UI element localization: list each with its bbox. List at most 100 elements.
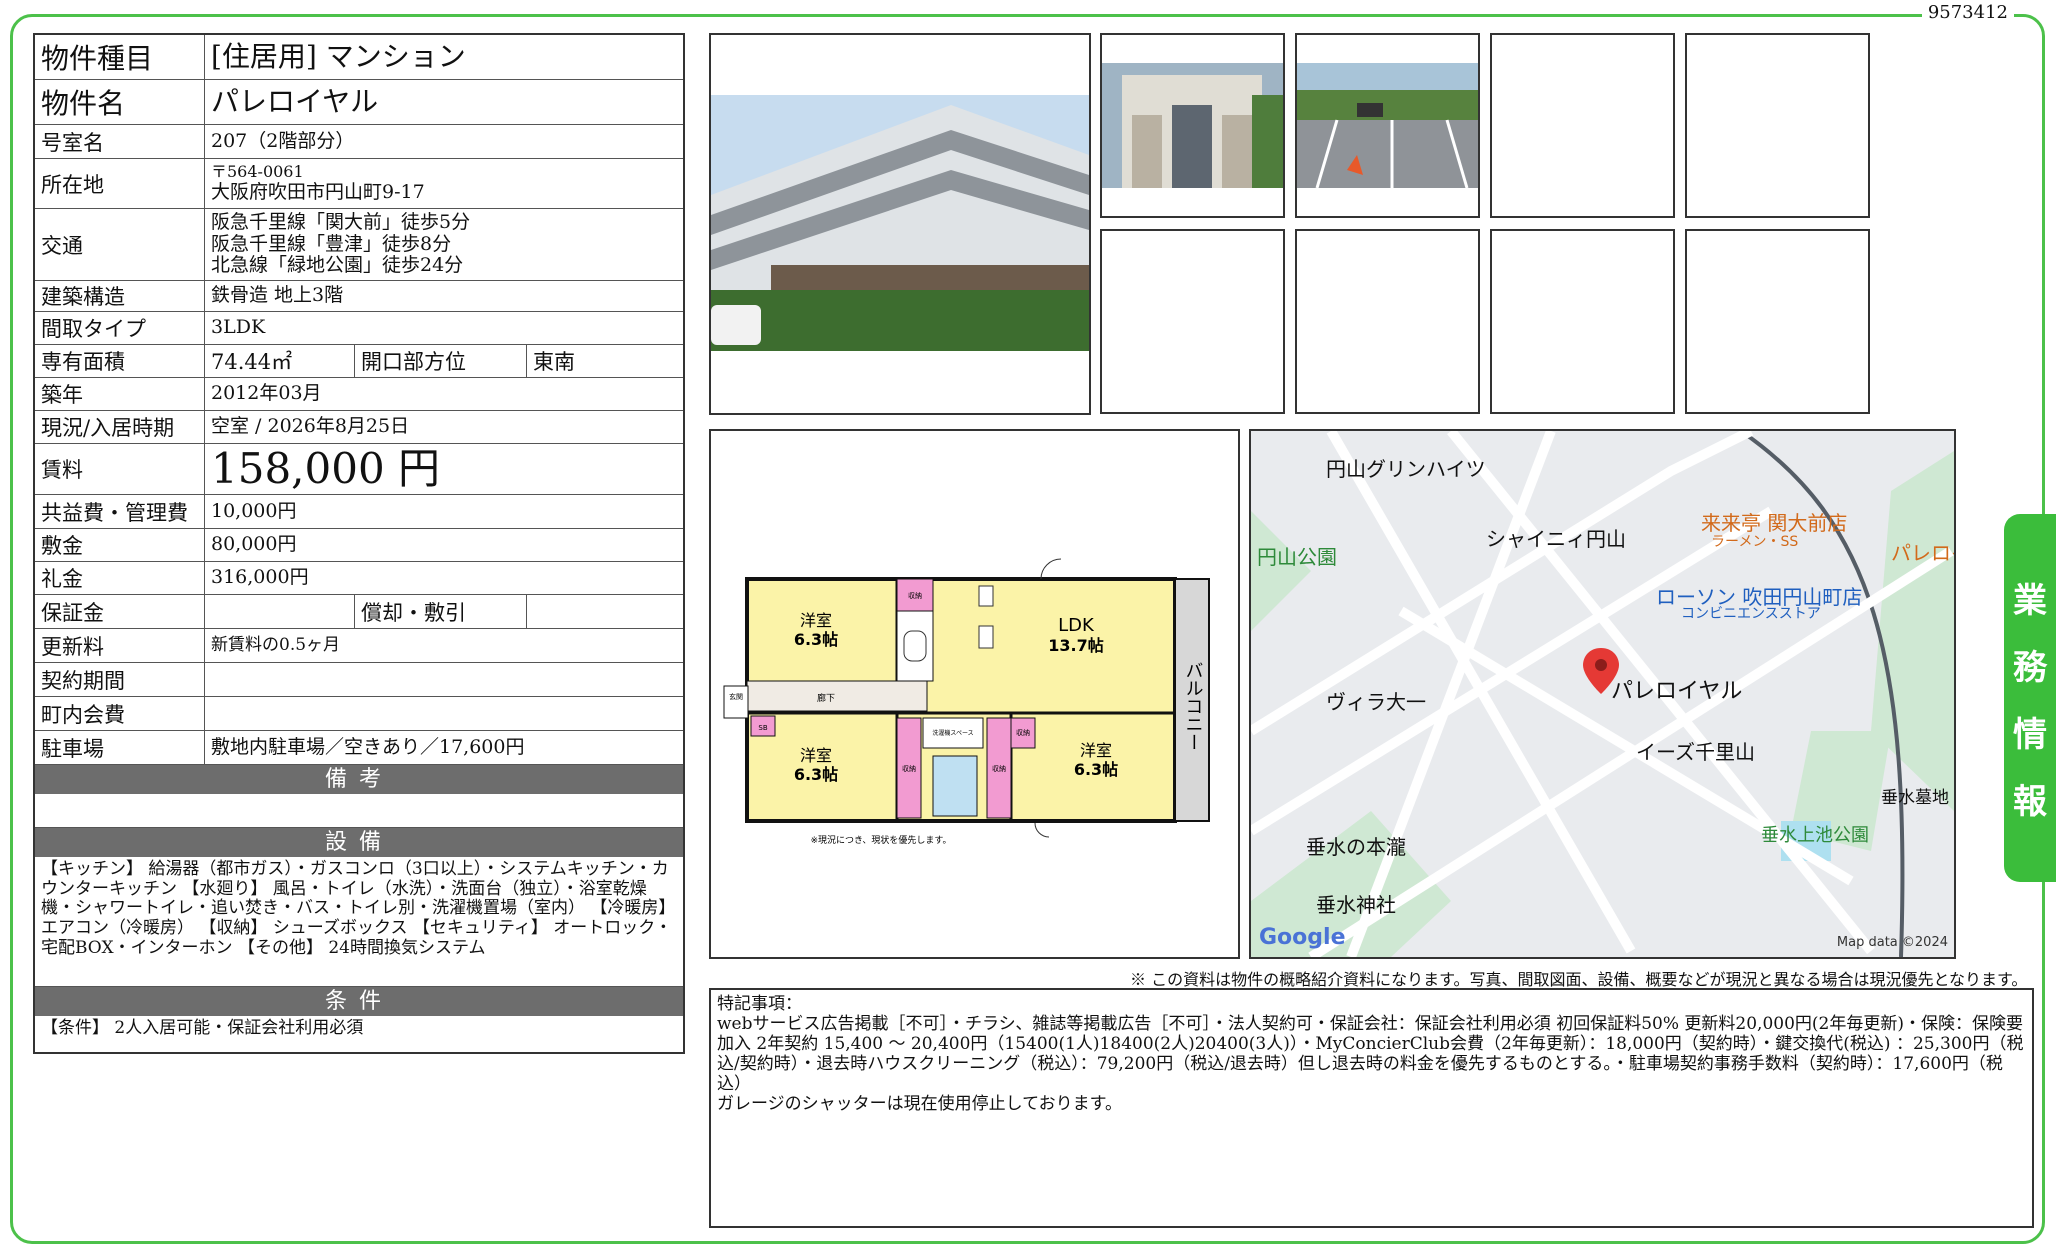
- floor-plan-drawing: 洋室 6.3帖 LDK 13.7帖 洋室 6.3帖 洋室 6.3帖 バルコニー …: [723, 558, 1210, 846]
- remarks-body: webサービス広告掲載［不可］・チラシ、雑誌等掲載広告［不可］・法人契約可・保証…: [717, 1014, 2024, 1095]
- building-exterior-image: [711, 95, 1089, 351]
- hall-label: 廊下: [817, 692, 835, 704]
- row-status: 現況/入居時期 空室 / 2026年8月25日: [35, 411, 683, 444]
- entrance-label: 玄関: [729, 692, 743, 701]
- value-layout: 3LDK: [211, 316, 266, 339]
- room-label-b: 洋室: [800, 746, 832, 765]
- poi-label: パレロイ: [1891, 541, 1954, 565]
- thumbnail-empty: [1490, 229, 1675, 414]
- special-remarks-box: 特記事項： webサービス広告掲載［不可］・チラシ、雑誌等掲載広告［不可］・法人…: [709, 988, 2034, 1228]
- remarks-value: [35, 794, 683, 828]
- value-rent: 158,000 円: [211, 443, 441, 493]
- label-amortization: 償却・敷引: [355, 595, 527, 628]
- row-fee: 共益費・管理費 10,000円: [35, 495, 683, 529]
- room-label-ldk: LDK: [1058, 615, 1095, 636]
- room-label-c: 洋室: [1080, 741, 1112, 760]
- value-guarantee: [205, 595, 355, 628]
- poi-label: ラーメン・SS: [1711, 534, 1799, 550]
- poi-label: 垂水墓地: [1881, 788, 1949, 808]
- conditions-text: 【条件】 2人入居可能・保証会社利用必須: [41, 1018, 364, 1038]
- location-pin-icon: [1583, 648, 1619, 694]
- row-rent: 賃料 158,000 円: [35, 444, 683, 495]
- value-address: 大阪府吹田市円山町9-17: [211, 180, 425, 203]
- value-fee: 10,000円: [211, 499, 297, 522]
- row-key-money: 礼金 316,000円: [35, 562, 683, 595]
- value-room: 207（2階部分）: [211, 129, 355, 152]
- floor-plan[interactable]: 洋室 6.3帖 LDK 13.7帖 洋室 6.3帖 洋室 6.3帖 バルコニー …: [709, 429, 1240, 959]
- shoebox-label: SB: [758, 724, 767, 732]
- value-direction: 東南: [533, 350, 575, 374]
- row-structure: 建築構造 鉄骨造 地上3階: [35, 281, 683, 312]
- label-contract: 契約期間: [35, 663, 205, 696]
- business-info-tab[interactable]: 業 務 情 報: [2004, 514, 2056, 882]
- balcony-label: バルコニー: [1183, 661, 1204, 751]
- side-tab-char: 報: [2013, 782, 2047, 822]
- plan-note: ※現況につき、現状を優先します。: [810, 834, 951, 846]
- label-type: 物件種目: [35, 35, 205, 79]
- row-parking: 駐車場 敷地内駐車場／空きあり／17,600円: [35, 731, 683, 765]
- postal-code: 〒564-0061: [211, 162, 304, 182]
- storage-label: 収納: [908, 591, 922, 600]
- label-address: 所在地: [35, 159, 205, 208]
- row-contract: 契約期間: [35, 663, 683, 697]
- poi-label: シャイニィ円山: [1486, 527, 1626, 551]
- poi-label: 円山グリンハイツ: [1326, 457, 1486, 481]
- value-town-fee: [205, 697, 683, 730]
- label-direction: 開口部方位: [355, 345, 527, 377]
- room-size-b: 6.3帖: [794, 765, 838, 784]
- thumbnail-parking[interactable]: [1295, 33, 1480, 218]
- row-built: 築年 2012年03月: [35, 378, 683, 411]
- label-fee: 共益費・管理費: [35, 495, 205, 528]
- label-layout: 間取タイプ: [35, 312, 205, 344]
- label-town-fee: 町内会費: [35, 697, 205, 730]
- side-tab-char: 業: [2013, 581, 2047, 621]
- row-deposit: 敷金 80,000円: [35, 529, 683, 562]
- label-key-money: 礼金: [35, 562, 205, 594]
- conditions-band: 条件: [35, 987, 683, 1016]
- map-credit: Map data ©2024: [1836, 935, 1948, 950]
- poi-label: イーズ千里山: [1636, 740, 1755, 764]
- location-map[interactable]: 円山グリンハイツ シャイニィ円山 円山公園 来来亭 関大前店 ラーメン・SS パ…: [1249, 429, 1956, 959]
- room-size-a: 6.3帖: [794, 630, 838, 649]
- storage-label: 収納: [992, 764, 1006, 773]
- label-deposit: 敷金: [35, 529, 205, 561]
- label-area: 専有面積: [35, 345, 205, 377]
- remarks-band: 備考: [35, 765, 683, 794]
- value-area: 74.44㎡: [205, 345, 355, 377]
- storage-label: 収納: [902, 764, 916, 773]
- disclaimer-note: ※ この資料は物件の概略紹介資料になります。写真、間取図面、設備、概要などが現況…: [1130, 970, 2028, 989]
- row-town-fee: 町内会費: [35, 697, 683, 731]
- value-name: パレロイヤル: [211, 84, 379, 118]
- poi-label: コンビニエンスストア: [1681, 606, 1821, 622]
- value-deposit: 80,000円: [211, 533, 297, 556]
- row-room: 号室名 207（2階部分）: [35, 125, 683, 159]
- label-status: 現況/入居時期: [35, 411, 205, 443]
- thumbnail-empty: [1685, 33, 1870, 218]
- value-key-money: 316,000円: [211, 566, 309, 589]
- label-transport: 交通: [35, 209, 205, 280]
- value-renewal: 新賃料の0.5ヶ月: [211, 634, 341, 655]
- label-built: 築年: [35, 378, 205, 410]
- value-structure: 鉄骨造 地上3階: [211, 284, 344, 307]
- value-type: [住居用] マンション: [211, 39, 466, 73]
- property-info-table: 物件種目 [住居用] マンション 物件名 パレロイヤル 号室名 207（2階部分…: [33, 33, 685, 1054]
- thumbnail-empty: [1490, 33, 1675, 218]
- storage-label: 収納: [1016, 728, 1030, 737]
- main-building-photo[interactable]: [709, 33, 1091, 415]
- thumbnail-entrance[interactable]: [1100, 33, 1285, 218]
- poi-label: 垂水上池公園: [1761, 825, 1869, 846]
- label-rent: 賃料: [35, 444, 205, 494]
- equipment-text: 【キッチン】 給湯器（都市ガス）・ガスコンロ（3口以上）・システムキッチン・カウ…: [35, 857, 683, 987]
- thumbnail-empty: [1685, 229, 1870, 414]
- side-tab-char: 務: [2013, 648, 2047, 688]
- row-guarantee: 保証金 償却・敷引: [35, 595, 683, 629]
- value-built: 2012年03月: [211, 382, 322, 405]
- poi-label: 垂水の本瀧: [1306, 835, 1406, 859]
- document-number: 9573412: [1921, 2, 2014, 23]
- label-guarantee: 保証金: [35, 595, 205, 628]
- room-size-c: 6.3帖: [1074, 760, 1118, 779]
- label-name: 物件名: [35, 80, 205, 124]
- poi-label: 垂水神社: [1316, 893, 1396, 917]
- label-renewal: 更新料: [35, 629, 205, 662]
- row-renewal: 更新料 新賃料の0.5ヶ月: [35, 629, 683, 663]
